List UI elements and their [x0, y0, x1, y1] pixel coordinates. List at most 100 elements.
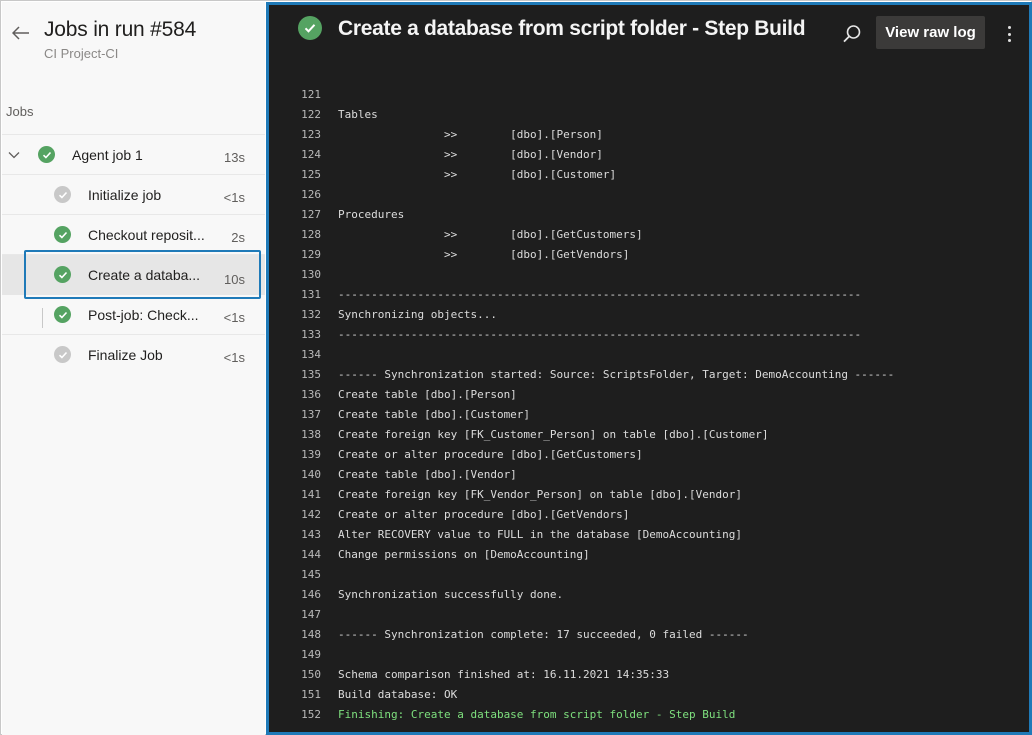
line-number: 142: [301, 508, 321, 521]
line-number: 140: [301, 468, 321, 481]
app-window: Jobs in run #584 CI Project-CI Jobs Agen…: [0, 0, 1032, 735]
line-number: 124: [301, 148, 321, 161]
line-number: 146: [301, 588, 321, 601]
log-text: >> [dbo].[Customer]: [338, 168, 617, 181]
log-line: 143 Alter RECOVERY value to FULL in the d…: [269, 525, 1029, 545]
log-text: Synchronization successfully done.: [338, 588, 564, 601]
log-text: Finishing: Create a database from script…: [338, 708, 736, 721]
view-raw-log-button[interactable]: View raw log: [876, 16, 985, 49]
line-number: 150: [301, 668, 321, 681]
line-number: 131: [301, 288, 321, 301]
log-panel: Create a database from script folder - S…: [266, 2, 1032, 735]
log-line: 127 Procedures: [269, 205, 1029, 225]
line-number: 148: [301, 628, 321, 641]
job-duration: 13s: [224, 150, 245, 165]
log-text: >> [dbo].[GetVendors]: [338, 248, 630, 261]
log-text: Schema comparison finished at: 16.11.202…: [338, 668, 670, 681]
line-number: 130: [301, 268, 321, 281]
step-row-create-database[interactable]: Create a databa... 10s: [2, 255, 265, 295]
log-line: 130: [269, 265, 1029, 285]
log-line: 146 Synchronization successfully done.: [269, 585, 1029, 605]
step-duration: 2s: [231, 230, 245, 245]
line-number: 134: [301, 348, 321, 361]
log-line: 129 >> [dbo].[GetVendors]: [269, 245, 1029, 265]
log-line: 136 Create table [dbo].[Person]: [269, 385, 1029, 405]
success-icon: [54, 266, 71, 283]
log-line: 139 Create or alter procedure [dbo].[GetC…: [269, 445, 1029, 465]
step-label: Finalize Job: [88, 347, 163, 363]
tree-connector: [42, 308, 43, 328]
step-label: Initialize job: [88, 187, 162, 203]
log-text: Build database: OK: [338, 688, 458, 701]
search-icon: [843, 25, 861, 43]
log-line: 149: [269, 645, 1029, 665]
line-number: 136: [301, 388, 321, 401]
log-text: Create or alter procedure [dbo].[GetCust…: [338, 448, 643, 461]
step-label: Post-job: Check...: [88, 307, 199, 323]
log-line: 135 ------ Synchronization started: Sourc…: [269, 365, 1029, 385]
log-text: ----------------------------------------…: [338, 288, 862, 301]
more-dot: [1007, 26, 1011, 29]
step-label: Checkout reposit...: [88, 227, 205, 243]
search-button[interactable]: [841, 23, 863, 45]
line-number: 147: [301, 608, 321, 621]
step-duration: <1s: [223, 190, 245, 205]
line-number: 151: [301, 688, 321, 701]
log-line: 148 ------ Synchronization complete: 17 s…: [269, 625, 1029, 645]
log-text: Create or alter procedure [dbo].[GetVend…: [338, 508, 630, 521]
line-number: 129: [301, 248, 321, 261]
line-number: 122: [301, 108, 321, 121]
log-title: Create a database from script folder - S…: [338, 17, 806, 40]
line-number: 149: [301, 648, 321, 661]
log-line: 138 Create foreign key [FK_Customer_Perso…: [269, 425, 1029, 445]
step-row-finalize-job[interactable]: Finalize Job <1s: [2, 335, 265, 375]
line-number: 126: [301, 188, 321, 201]
log-text: ------ Synchronization complete: 17 succ…: [338, 628, 749, 641]
log-text: >> [dbo].[Person]: [338, 128, 603, 141]
line-number: 141: [301, 488, 321, 501]
log-line: 141 Create foreign key [FK_Vendor_Person]…: [269, 485, 1029, 505]
log-line: 126: [269, 185, 1029, 205]
more-options-button[interactable]: [1001, 23, 1017, 45]
line-number: 144: [301, 548, 321, 561]
step-label: Create a databa...: [88, 267, 201, 283]
step-row-checkout[interactable]: Checkout reposit... 2s: [2, 215, 265, 255]
line-number: 137: [301, 408, 321, 421]
line-number: 125: [301, 168, 321, 181]
log-text: Synchronizing objects...: [338, 308, 497, 321]
success-icon: [38, 146, 55, 163]
log-output[interactable]: 121 122 Tables 123 >> [dbo].[Person] 124 >> …: [269, 85, 1029, 725]
log-text: Create table [dbo].[Vendor]: [338, 468, 517, 481]
log-line: 122 Tables: [269, 105, 1029, 125]
arrow-left-icon: [12, 26, 29, 40]
jobs-sidebar: Jobs in run #584 CI Project-CI Jobs Agen…: [2, 2, 265, 735]
log-text: ----------------------------------------…: [338, 328, 862, 341]
step-duration: <1s: [223, 310, 245, 325]
step-row-initialize-job[interactable]: Initialize job <1s: [2, 175, 265, 215]
job-label: Agent job 1: [72, 147, 143, 163]
log-line: 125 >> [dbo].[Customer]: [269, 165, 1029, 185]
line-number: 139: [301, 448, 321, 461]
log-text: Change permissions on [DemoAccounting]: [338, 548, 590, 561]
log-line: 124 >> [dbo].[Vendor]: [269, 145, 1029, 165]
step-duration: 10s: [224, 272, 245, 287]
chevron-down-icon[interactable]: [8, 149, 20, 161]
job-row-agent-job[interactable]: Agent job 1 13s: [2, 135, 265, 175]
log-line: 152 Finishing: Create a database from scr…: [269, 705, 1029, 725]
more-dot: [1007, 32, 1011, 36]
line-number: 145: [301, 568, 321, 581]
log-line: 132 Synchronizing objects...: [269, 305, 1029, 325]
log-line: 144 Change permissions on [DemoAccounting…: [269, 545, 1029, 565]
log-text: Create foreign key [FK_Vendor_Person] on…: [338, 488, 742, 501]
step-duration: <1s: [223, 350, 245, 365]
log-header: Create a database from script folder - S…: [269, 5, 1029, 63]
line-number: 127: [301, 208, 321, 221]
log-text: ------ Synchronization started: Source: …: [338, 368, 895, 381]
line-number: 121: [301, 88, 321, 101]
log-line: 134: [269, 345, 1029, 365]
completed-gray-icon: [54, 346, 71, 363]
log-text: >> [dbo].[GetCustomers]: [338, 228, 643, 241]
completed-gray-icon: [54, 186, 71, 203]
log-text: Tables: [338, 108, 378, 121]
back-button[interactable]: [10, 22, 32, 44]
